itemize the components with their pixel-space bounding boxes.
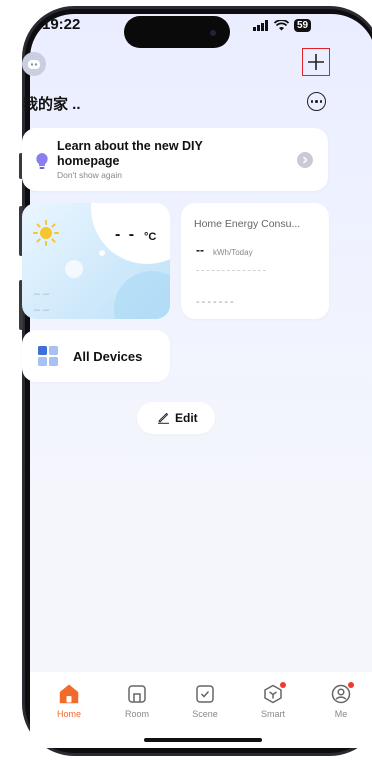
temperature-unit: °C (144, 231, 157, 243)
pencil-icon (158, 412, 169, 424)
weather-placeholder-1: – – (34, 288, 50, 300)
smart-notification-badge (280, 682, 286, 688)
tab-scene-label: Scene (192, 709, 218, 719)
add-button[interactable] (302, 48, 330, 76)
tab-scene[interactable]: Scene (178, 684, 232, 719)
tab-home[interactable]: Home (42, 684, 96, 719)
energy-title: Home Energy Consu... (194, 218, 301, 230)
energy-value: -- (196, 243, 204, 257)
chevron-right-icon (302, 156, 308, 164)
temperature-value: - - (115, 226, 137, 243)
status-time: 19:22 (42, 16, 81, 33)
me-notification-badge (348, 682, 354, 688)
home-indicator[interactable] (144, 738, 262, 742)
scene-icon (196, 685, 214, 703)
energy-placeholder: ------- (196, 296, 236, 308)
room-icon (128, 685, 146, 703)
edit-label: Edit (175, 411, 198, 425)
battery-indicator: 59 (294, 19, 312, 32)
energy-unit: kWh/Today (213, 248, 253, 257)
sun-icon (33, 220, 59, 246)
robot-avatar-icon (28, 60, 40, 69)
more-icon-dot (315, 100, 318, 103)
signal-icon (253, 20, 268, 31)
tab-me-label: Me (334, 709, 348, 719)
more-options-button[interactable] (307, 92, 326, 111)
tab-smart-label: Smart (260, 709, 285, 719)
more-icon-dot (319, 100, 323, 103)
home-selector[interactable]: 我的家 .. (23, 93, 81, 114)
plus-icon (308, 54, 324, 70)
status-icons: 59 (253, 19, 312, 32)
dont-show-again-link[interactable]: Don't show again (57, 170, 122, 180)
tab-home-label: Home (56, 709, 81, 719)
banner-arrow-button[interactable] (297, 152, 313, 168)
home-icon (59, 684, 79, 704)
banner-title: Learn about the new DIY homepage (57, 139, 203, 168)
weather-placeholder-2: – – (34, 304, 50, 316)
all-devices-label: All Devices (73, 349, 143, 364)
devices-grid-icon (38, 346, 58, 366)
energy-divider (196, 270, 266, 271)
more-icon (310, 100, 314, 103)
lightbulb-icon (36, 153, 48, 169)
tab-room-label: Room (124, 709, 149, 719)
tab-me[interactable]: Me (314, 682, 368, 719)
wifi-icon (274, 20, 289, 31)
tab-smart[interactable]: Smart (246, 682, 300, 719)
avatar[interactable] (22, 52, 46, 76)
camera-dot (210, 30, 216, 36)
tab-room[interactable]: Room (110, 684, 164, 719)
